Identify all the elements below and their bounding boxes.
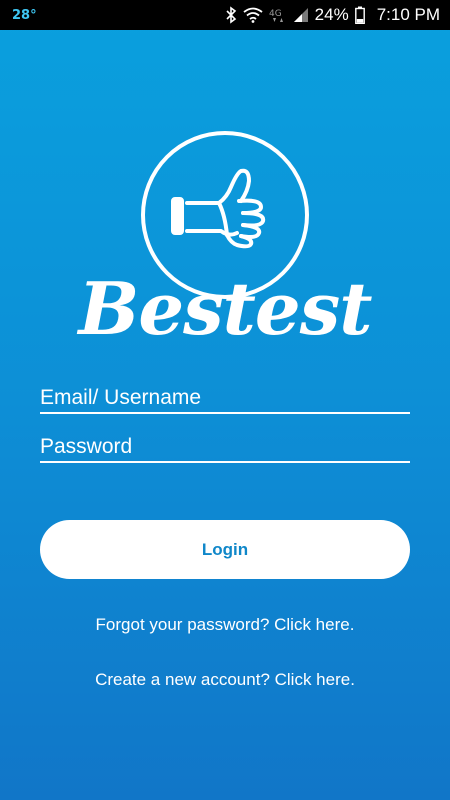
- battery-percentage: 24%: [314, 5, 349, 24]
- password-input[interactable]: [40, 433, 410, 461]
- wifi-icon: [243, 7, 263, 23]
- signal-icon: [293, 7, 309, 23]
- email-field[interactable]: [40, 384, 410, 414]
- bluetooth-icon: [225, 6, 237, 24]
- create-account-link[interactable]: Create a new account? Click here.: [0, 670, 450, 690]
- weather-temperature: 28°: [12, 7, 37, 23]
- status-bar: 28° 4G 24% 7:10 PM: [0, 0, 450, 30]
- network-type-label: 4G: [269, 9, 282, 19]
- password-field[interactable]: [40, 433, 410, 463]
- brand-name: Bestest: [78, 266, 372, 351]
- 4g-icon: 4G: [269, 7, 287, 23]
- battery-icon: [354, 6, 365, 24]
- login-button[interactable]: Login: [40, 520, 410, 579]
- email-input[interactable]: [40, 384, 410, 412]
- status-icons: 4G 24% 7:10 PM: [225, 5, 440, 25]
- clock: 7:10 PM: [376, 5, 440, 24]
- forgot-password-link[interactable]: Forgot your password? Click here.: [0, 615, 450, 635]
